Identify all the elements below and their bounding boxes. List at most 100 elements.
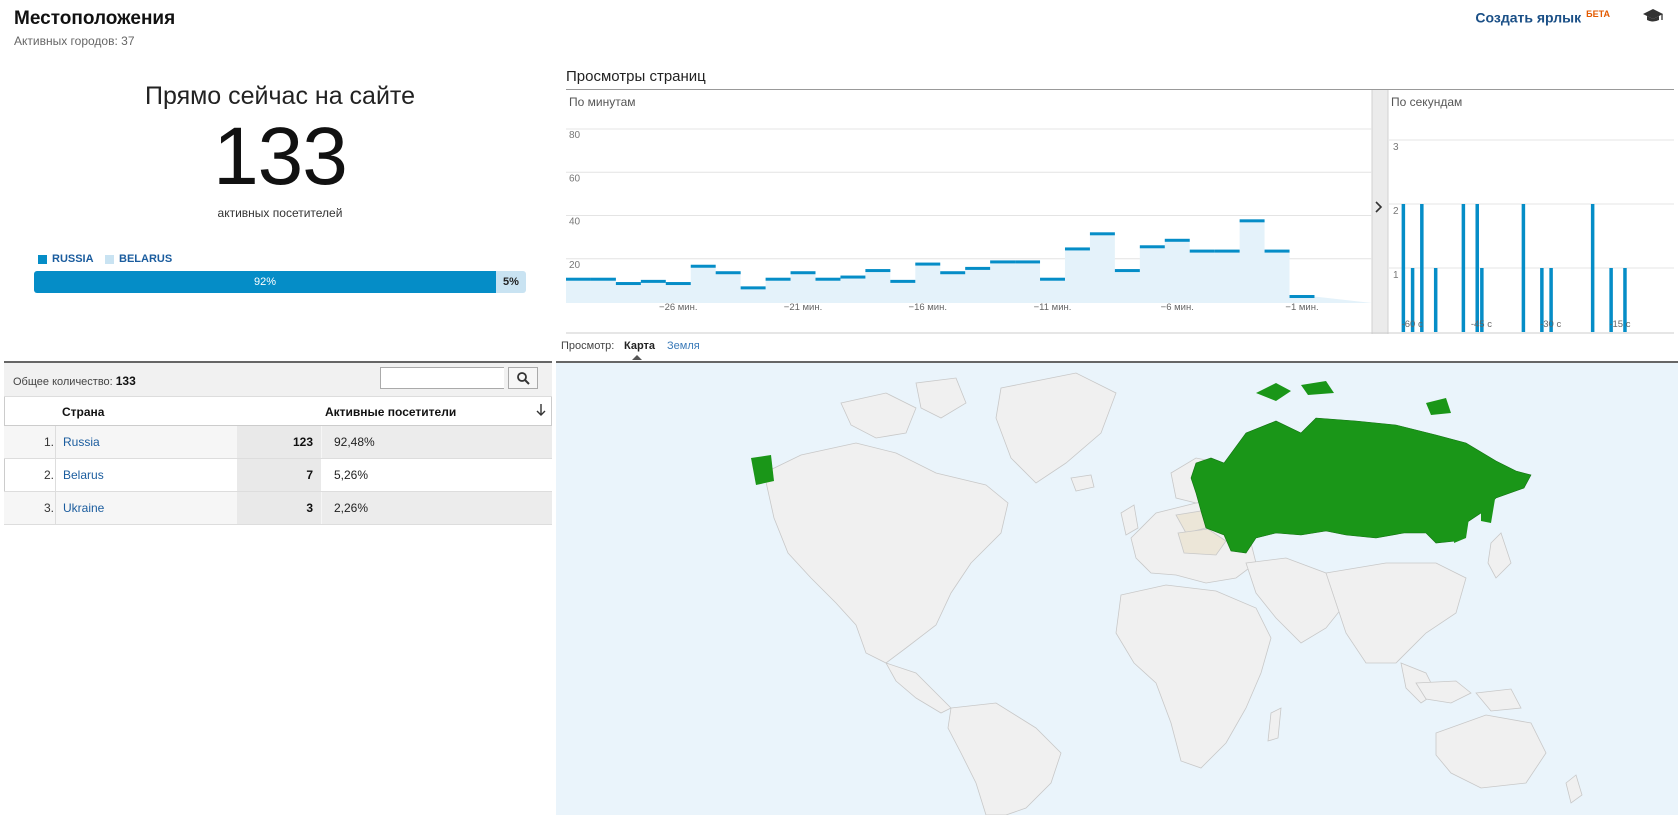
- minute-bar: [965, 266, 991, 270]
- minute-bar: [815, 277, 841, 281]
- minute-bar: [615, 282, 641, 286]
- minute-bar: [890, 279, 916, 283]
- second-bar: [1433, 268, 1438, 332]
- country-link[interactable]: Ukraine: [63, 501, 104, 515]
- minute-bar: [566, 277, 591, 281]
- expand-handle[interactable]: [1372, 90, 1388, 334]
- minute-bar: [865, 269, 891, 273]
- legend-russia: RUSSIA: [38, 253, 94, 265]
- view-map-tab[interactable]: Карта: [624, 340, 655, 352]
- table-toolbar: Общее количество: 133: [4, 363, 552, 397]
- row-percent: 5,26%: [334, 468, 369, 482]
- minute-bar: [665, 282, 691, 286]
- active-visitors-label: активных посетителей: [217, 206, 343, 220]
- second-bar: [1401, 204, 1406, 332]
- row-number: 1.: [43, 435, 54, 449]
- minute-bar: [1064, 247, 1090, 251]
- minute-bar: [990, 260, 1016, 264]
- legend-belarus-label: BELARUS: [119, 253, 173, 265]
- minute-bar: [715, 271, 741, 275]
- table-row[interactable]: 1. Russia 123 92,48%: [4, 426, 552, 459]
- total-count-value: 133: [115, 374, 136, 388]
- minute-y-tick: 80: [569, 130, 581, 141]
- create-shortcut-link[interactable]: Создать ярлык БЕТА: [1475, 9, 1610, 26]
- country-link[interactable]: Belarus: [63, 468, 104, 482]
- minute-bar: [915, 262, 941, 266]
- total-count-label: Общее количество:: [13, 376, 113, 388]
- minute-bar: [840, 275, 866, 279]
- second-y-tick: 2: [1393, 206, 1399, 217]
- minute-bar: [1164, 238, 1190, 242]
- page-title: Местоположения: [14, 8, 176, 29]
- minute-bar: [1214, 249, 1240, 253]
- second-x-tick: -45 с: [1471, 319, 1492, 330]
- search-button[interactable]: [508, 367, 538, 389]
- second-bar: [1475, 204, 1479, 332]
- active-tab-indicator: [632, 355, 642, 360]
- total-count: Общее количество: 133: [13, 374, 136, 388]
- legend-belarus: BELARUS: [105, 253, 172, 265]
- minute-x-tick: −26 мин.: [659, 302, 697, 313]
- minute-bar: [640, 279, 666, 283]
- minute-bar: [1139, 245, 1165, 249]
- minute-bar: [940, 271, 966, 275]
- minute-bar: [590, 277, 616, 281]
- table-header: Страна Активные посетители: [4, 397, 552, 426]
- row-value: 3: [306, 501, 313, 515]
- table-row[interactable]: 3. Ukraine 3 2,26%: [4, 492, 552, 525]
- minute-y-tick: 20: [569, 260, 581, 271]
- minute-bar: [765, 277, 791, 281]
- minute-bar: [690, 264, 716, 268]
- column-active-visitors[interactable]: Активные посетители: [325, 405, 456, 419]
- minute-y-tick: 40: [569, 217, 581, 228]
- now-on-site-title: Прямо сейчас на сайте: [144, 82, 415, 110]
- minute-x-tick: −11 мин.: [1034, 302, 1072, 313]
- share-segment-russia: 92%: [34, 271, 496, 293]
- create-shortcut-label: Создать ярлык: [1475, 9, 1582, 26]
- row-value: 7: [306, 468, 313, 482]
- view-label: Просмотр:: [561, 340, 615, 352]
- minute-bar: [1089, 232, 1115, 236]
- table-row[interactable]: 2. Belarus 7 5,26%: [4, 459, 552, 492]
- beta-badge: БЕТА: [1586, 9, 1610, 19]
- minute-y-tick: 60: [569, 173, 581, 184]
- view-earth-tab[interactable]: Земля: [667, 340, 700, 352]
- value-cell: 123: [237, 426, 321, 458]
- row-percent: 92,48%: [334, 435, 375, 449]
- minute-bar: [790, 271, 816, 275]
- search-input[interactable]: [380, 367, 504, 389]
- pageviews-charts: По минутам По секундам 80 60 40 20 −26 мин. −…: [566, 90, 1674, 334]
- minute-bar: [1189, 249, 1215, 253]
- second-x-tick: -15 с: [1609, 319, 1630, 330]
- second-x-tick: -30 с: [1540, 319, 1561, 330]
- percent-cell: 5,26%: [322, 459, 552, 491]
- row-divider: [55, 426, 56, 458]
- minute-bar: [1015, 260, 1041, 264]
- minute-bar: [1239, 219, 1265, 223]
- column-country[interactable]: Страна: [62, 405, 104, 419]
- minute-x-tick: −1 мин.: [1285, 302, 1318, 313]
- country-share-bar: 92% 5%: [34, 271, 526, 293]
- second-bar: [1521, 204, 1526, 332]
- row-value: 123: [292, 435, 313, 449]
- percent-cell: 92,48%: [322, 426, 552, 458]
- row-number: 3.: [43, 501, 54, 515]
- second-bar: [1590, 204, 1595, 332]
- pageviews-title: Просмотры страниц: [566, 68, 706, 85]
- row-divider: [55, 492, 56, 524]
- second-y-tick: 1: [1393, 270, 1399, 281]
- country-link[interactable]: Russia: [63, 435, 100, 449]
- per-minute-label: По минутам: [569, 95, 636, 109]
- row-divider: [55, 459, 56, 491]
- value-cell: 3: [237, 492, 321, 524]
- active-cities-count: Активных городов: 37: [14, 34, 135, 48]
- second-x-tick: -60 с: [1402, 319, 1423, 330]
- legend-russia-label: RUSSIA: [52, 253, 94, 265]
- sort-down-icon[interactable]: [535, 403, 547, 417]
- graduation-cap-icon[interactable]: [1642, 8, 1664, 29]
- world-map[interactable]: [556, 363, 1678, 815]
- per-second-label: По секундам: [1391, 95, 1462, 109]
- minute-x-tick: −16 мин.: [909, 302, 947, 313]
- search-icon: [517, 372, 530, 385]
- second-bar: [1420, 204, 1424, 332]
